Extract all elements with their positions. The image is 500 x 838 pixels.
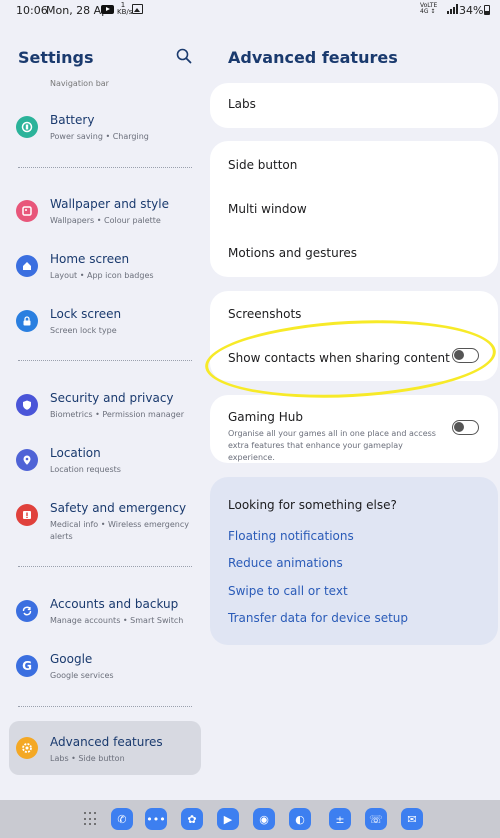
gaming-hub-description: Organise all your games all in one place…	[228, 429, 436, 462]
youtube-icon	[101, 5, 114, 14]
nav-item-title: Lock screen	[50, 307, 122, 321]
battery-icon	[16, 116, 38, 138]
nav-item-subtitle: Medical info • Wireless emergency alerts	[50, 520, 190, 541]
status-time: 10:06	[16, 4, 48, 17]
labs-card: Labs	[210, 83, 498, 128]
nav-item-subtitle: Biometrics • Permission manager	[50, 410, 184, 419]
nav-item-subtitle: Location requests	[50, 465, 121, 474]
gaming-hub-card: Gaming Hub Organise all your games all i…	[210, 395, 498, 463]
nav-item-advanced-features[interactable]: Advanced features Labs • Side button	[0, 733, 210, 785]
nav-item-wallpaper[interactable]: Wallpaper and style Wallpapers • Colour …	[0, 194, 210, 246]
buttons-card: Side button Multi window Motions and ges…	[210, 141, 498, 277]
nav-item-title: Accounts and backup	[50, 597, 179, 611]
side-button-item[interactable]: Side button	[228, 158, 297, 172]
nav-item-subtitle: Layout • App icon badges	[50, 271, 154, 280]
motions-gestures-item[interactable]: Motions and gestures	[228, 246, 357, 260]
link-transfer-data[interactable]: Transfer data for device setup	[228, 611, 408, 625]
suggestions-title: Looking for something else?	[228, 498, 397, 512]
nav-item-subtitle: Manage accounts • Smart Switch	[50, 616, 184, 625]
nav-item-location[interactable]: Location Location requests	[0, 443, 210, 495]
status-bar: 10:06 Mon, 28 Apr 1 KB/s VoLTE 4G ↕ 34%	[0, 0, 500, 22]
divider	[18, 706, 192, 707]
nav-item-title: Location	[50, 446, 101, 460]
sync-icon	[16, 600, 38, 622]
settings-title: Settings	[18, 48, 94, 67]
gaming-hub-toggle[interactable]	[452, 420, 479, 435]
nav-item-home-screen[interactable]: Home screen Layout • App icon badges	[0, 249, 210, 301]
nav-item-title: Battery	[50, 113, 95, 127]
multi-window-item[interactable]: Multi window	[228, 202, 307, 216]
labs-item[interactable]: Labs	[228, 97, 256, 111]
nav-item-title: Security and privacy	[50, 391, 174, 405]
nav-item-accounts[interactable]: Accounts and backup Manage accounts • Sm…	[0, 594, 210, 646]
gallery-icon	[132, 4, 143, 14]
show-contacts-toggle[interactable]	[452, 348, 479, 363]
battery-status-icon	[484, 5, 490, 15]
screenshots-item[interactable]: Screenshots	[228, 307, 301, 321]
taskbar: ✆ ••• ✿ ▶ ◉ ◐ ± ☏ ✉	[0, 800, 500, 838]
nav-item-title: Advanced features	[50, 735, 163, 749]
nav-item-battery[interactable]: Battery Power saving • Charging	[0, 110, 210, 162]
nav-item-google[interactable]: G Google Google services	[0, 649, 210, 701]
whatsapp-icon[interactable]: ☏	[365, 808, 387, 830]
link-swipe-to-call[interactable]: Swipe to call or text	[228, 584, 348, 598]
nav-item-lock-screen[interactable]: Lock screen Screen lock type	[0, 304, 210, 356]
net-speed: 1 KB/s	[117, 1, 133, 16]
home-icon	[16, 255, 38, 277]
nav-item-subtitle: Google services	[50, 671, 114, 680]
page-title: Advanced features	[228, 48, 398, 67]
nav-item-title: Wallpaper and style	[50, 197, 170, 211]
suggestions-card: Looking for something else? Floating not…	[210, 477, 498, 645]
nav-item-safety[interactable]: Safety and emergency Medical info • Wire…	[0, 498, 210, 558]
flower-icon[interactable]: ✿	[181, 808, 203, 830]
nav-item-subtitle: Screen lock type	[50, 326, 117, 335]
link-reduce-animations[interactable]: Reduce animations	[228, 556, 343, 570]
nav-item-title: Safety and emergency	[50, 501, 187, 515]
emergency-icon	[16, 504, 38, 526]
shield-icon	[16, 394, 38, 416]
google-icon: G	[16, 655, 38, 677]
mail-icon[interactable]: ✉	[401, 808, 423, 830]
divider	[18, 167, 192, 168]
nav-item-subtitle: Wallpapers • Colour palette	[50, 216, 161, 225]
location-icon	[16, 449, 38, 471]
network-type: VoLTE 4G ↕	[420, 2, 438, 15]
app-drawer-icon[interactable]	[84, 812, 98, 826]
search-icon	[176, 48, 192, 64]
internet-icon[interactable]: ◐	[289, 808, 311, 830]
lock-icon	[16, 310, 38, 332]
show-contacts-item[interactable]: Show contacts when sharing content	[228, 351, 450, 365]
wallpaper-icon	[16, 200, 38, 222]
nav-item-security[interactable]: Security and privacy Biometrics • Permis…	[0, 388, 210, 440]
signal-icon	[447, 4, 458, 14]
nav-item-subtitle: Labs • Side button	[50, 754, 125, 763]
search-button[interactable]	[176, 48, 194, 66]
play-store-icon[interactable]: ▶	[217, 808, 239, 830]
nav-item-title: Home screen	[50, 252, 130, 266]
nav-item-title: Google	[50, 652, 93, 666]
link-floating-notifications[interactable]: Floating notifications	[228, 529, 354, 543]
divider	[18, 566, 192, 567]
partial-item-subtitle: Navigation bar	[50, 79, 109, 88]
camera-icon[interactable]: ◉	[253, 808, 275, 830]
screenshots-card: Screenshots Show contacts when sharing c…	[210, 291, 498, 381]
messages-icon[interactable]: •••	[145, 808, 167, 830]
gear-plus-icon	[16, 737, 38, 759]
calculator-icon[interactable]: ±	[329, 808, 351, 830]
battery-percent: 34%	[459, 4, 484, 17]
phone-icon[interactable]: ✆	[111, 808, 133, 830]
nav-item-subtitle: Power saving • Charging	[50, 132, 149, 141]
gaming-hub-item[interactable]: Gaming Hub	[228, 410, 303, 424]
divider	[18, 360, 192, 361]
